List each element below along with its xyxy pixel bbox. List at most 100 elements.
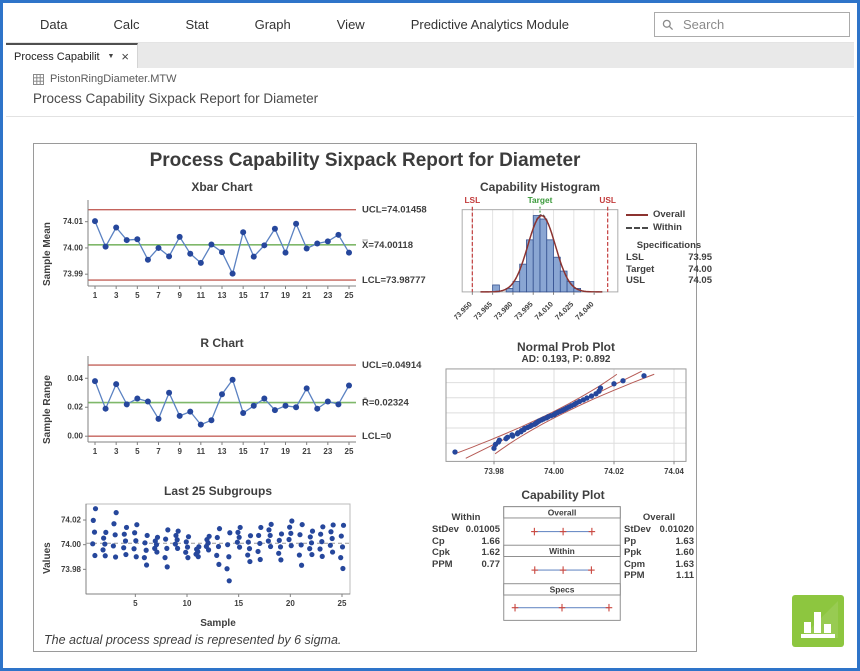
report-footnote: The actual process spread is represented…	[44, 633, 341, 647]
menu-item-data[interactable]: Data	[40, 17, 67, 32]
prob-plot-subtitle: AD: 0.193, P: 0.892	[440, 354, 692, 365]
svg-text:5: 5	[133, 599, 138, 608]
svg-text:Within: Within	[549, 546, 575, 556]
svg-text:11: 11	[197, 291, 206, 300]
svg-text:21: 21	[302, 291, 311, 300]
histogram-title: Capability Histogram	[454, 180, 626, 194]
svg-text:UCL=0.04914: UCL=0.04914	[362, 360, 422, 371]
menu-item-view[interactable]: View	[337, 17, 365, 32]
within-stats-table: WithinStDev0.01005Cp1.66Cpk1.62PPM0.77	[432, 502, 500, 570]
svg-text:0.00: 0.00	[67, 432, 83, 441]
tab-process-capability[interactable]: Process Capabilit... ▼ ×	[6, 43, 138, 68]
svg-text:17: 17	[260, 291, 269, 300]
svg-text:LSL: LSL	[464, 195, 480, 205]
svg-text:USL: USL	[599, 195, 616, 205]
r-chart-plot: 0.000.020.04135791113151719212325UCL=0.0…	[56, 350, 441, 470]
svg-text:23: 23	[323, 447, 332, 456]
capability-plot-title: Capability Plot	[432, 488, 694, 502]
svg-text:0.04: 0.04	[67, 374, 83, 383]
report-title: Process Capability Sixpack Report for Di…	[34, 150, 696, 172]
svg-text:25: 25	[345, 291, 354, 300]
svg-text:73.965: 73.965	[472, 300, 494, 322]
svg-text:74.00: 74.00	[63, 243, 84, 252]
normal-prob-plot: Normal Prob Plot AD: 0.193, P: 0.892 73.…	[440, 340, 692, 490]
menu-item-calc[interactable]: Calc	[113, 17, 139, 32]
report-panel: Process Capability Sixpack Report for Di…	[33, 143, 697, 652]
prob-plot-title: Normal Prob Plot	[440, 340, 692, 354]
svg-text:Specs: Specs	[550, 585, 575, 595]
svg-text:UCL=74.01458: UCL=74.01458	[362, 205, 427, 216]
svg-text:15: 15	[234, 599, 243, 608]
worksheet-file-row: PistonRingDiameter.MTW	[33, 73, 177, 85]
svg-text:1: 1	[93, 447, 98, 456]
svg-text:74.010: 74.010	[533, 300, 555, 322]
svg-text:73.995: 73.995	[512, 300, 534, 322]
svg-text:20: 20	[286, 599, 295, 608]
svg-text:LCL=0: LCL=0	[362, 431, 391, 442]
last25-y-axis-label: Values	[42, 508, 56, 608]
search-input[interactable]	[681, 16, 835, 33]
last25-subgroups-chart: Last 25 Subgroups Values 73.9874.0074.02…	[42, 484, 358, 630]
xbar-chart-title: Xbar Chart	[88, 180, 356, 194]
svg-text:25: 25	[345, 447, 354, 456]
svg-text:Overall: Overall	[548, 508, 577, 518]
svg-text:19: 19	[281, 447, 290, 456]
heading-divider	[6, 116, 854, 117]
svg-text:74.025: 74.025	[553, 300, 575, 322]
svg-text:1: 1	[93, 291, 98, 300]
capability-plot-intervals: Overall Within Specs	[500, 502, 624, 626]
page-heading: Process Capability Sixpack Report for Di…	[33, 91, 318, 106]
svg-text:5: 5	[135, 291, 140, 300]
svg-text:21: 21	[302, 447, 311, 456]
svg-text:15: 15	[239, 291, 248, 300]
svg-text:11: 11	[197, 447, 206, 456]
svg-text:74.040: 74.040	[573, 300, 595, 322]
svg-text:5: 5	[135, 447, 140, 456]
svg-text:7: 7	[156, 447, 161, 456]
svg-text:15: 15	[239, 447, 248, 456]
worksheet-file-name: PistonRingDiameter.MTW	[50, 73, 177, 85]
overall-stats-table: OverallStDev0.01020Pp1.63Ppk1.60Cpm1.63P…	[624, 502, 694, 582]
svg-text:R̄=0.02324: R̄=0.02324	[362, 397, 409, 408]
last25-x-axis-label: Sample	[86, 618, 350, 630]
svg-text:73.950: 73.950	[454, 300, 474, 322]
svg-text:23: 23	[323, 291, 332, 300]
close-icon[interactable]: ×	[121, 51, 129, 62]
r-chart-y-axis-label: Sample Range	[42, 360, 56, 460]
svg-text:3: 3	[114, 291, 119, 300]
svg-text:17: 17	[260, 447, 269, 456]
chevron-down-icon[interactable]: ▼	[107, 53, 114, 60]
menu-item-graph[interactable]: Graph	[255, 17, 291, 32]
svg-text:25: 25	[338, 599, 347, 608]
svg-text:73.99: 73.99	[63, 270, 84, 279]
svg-text:LCL=73.98777: LCL=73.98777	[362, 275, 426, 286]
svg-text:9: 9	[177, 291, 182, 300]
minitab-logo-icon[interactable]	[792, 595, 844, 647]
histogram-plot: LSLTargetUSL73.95073.96573.98073.99574.0…	[454, 194, 626, 334]
svg-text:74.02: 74.02	[604, 467, 624, 476]
app-window: Data Calc Stat Graph View Predictive Ana…	[0, 0, 860, 671]
svg-text:10: 10	[183, 599, 192, 608]
svg-text:74.00: 74.00	[61, 540, 82, 549]
xbar-chart-plot: 73.9974.0074.01135791113151719212325UCL=…	[56, 194, 441, 314]
worksheet-grid-icon	[33, 74, 44, 85]
xbar-y-axis-label: Sample Mean	[42, 204, 56, 304]
svg-text:3: 3	[114, 447, 119, 456]
svg-text:9: 9	[177, 447, 182, 456]
svg-text:Target: Target	[528, 195, 553, 205]
svg-text:7: 7	[156, 291, 161, 300]
capability-plot: Capability Plot WithinStDev0.01005Cp1.66…	[432, 488, 694, 626]
svg-text:74.01: 74.01	[63, 217, 84, 226]
svg-text:74.00: 74.00	[544, 467, 564, 476]
menu-item-predictive-analytics[interactable]: Predictive Analytics Module	[411, 17, 569, 32]
r-chart-title: R Chart	[88, 336, 356, 350]
svg-text:13: 13	[218, 291, 227, 300]
r-chart: R Chart Sample Range 0.000.020.041357911…	[42, 336, 441, 470]
menu-bar: Data Calc Stat Graph View Predictive Ana…	[6, 6, 854, 43]
svg-text:73.980: 73.980	[492, 300, 514, 322]
search-box[interactable]	[654, 12, 850, 37]
tab-label: Process Capabilit...	[14, 51, 100, 63]
menu-item-stat[interactable]: Stat	[185, 17, 208, 32]
last25-chart-plot: 73.9874.0074.02510152025	[56, 498, 358, 618]
svg-text:X̿=74.00118: X̿=74.00118	[362, 239, 413, 251]
